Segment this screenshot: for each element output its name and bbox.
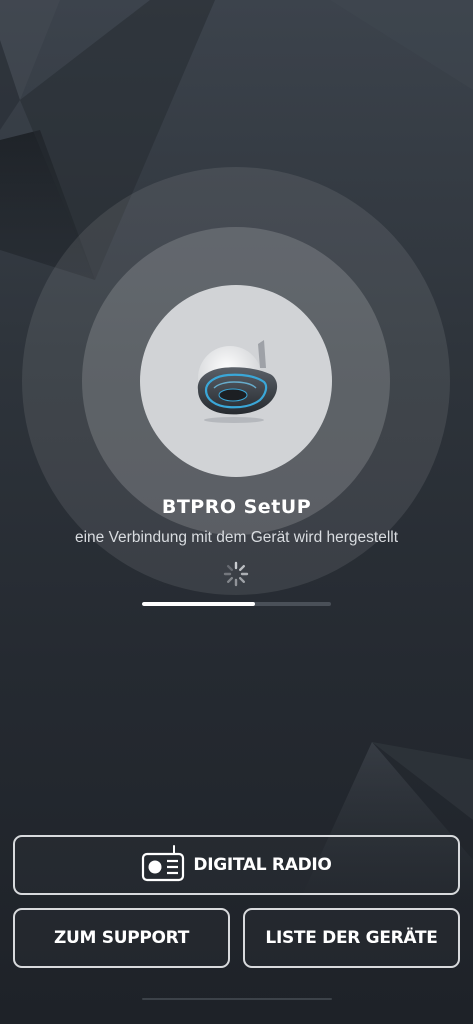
home-indicator	[142, 998, 332, 1000]
device-image	[186, 338, 286, 428]
support-label: ZUM SUPPORT	[53, 928, 189, 948]
app-title: BTPRO SetUP	[161, 496, 312, 518]
progress-bar-fill	[142, 602, 256, 606]
support-button[interactable]: ZUM SUPPORT	[13, 908, 230, 968]
digital-radio-button[interactable]: DIGITAL RADIO	[13, 835, 460, 895]
connection-status-text: eine Verbindung mit dem Gerät wird herge…	[74, 529, 399, 546]
loading-spinner-icon	[223, 561, 249, 587]
digital-radio-label: DIGITAL RADIO	[193, 855, 332, 875]
radio-icon	[142, 845, 185, 882]
connection-progress-bar	[142, 602, 331, 606]
device-list-button[interactable]: LISTE DER GERÄTE	[243, 908, 460, 968]
device-list-label: LISTE DER GERÄTE	[265, 928, 438, 948]
